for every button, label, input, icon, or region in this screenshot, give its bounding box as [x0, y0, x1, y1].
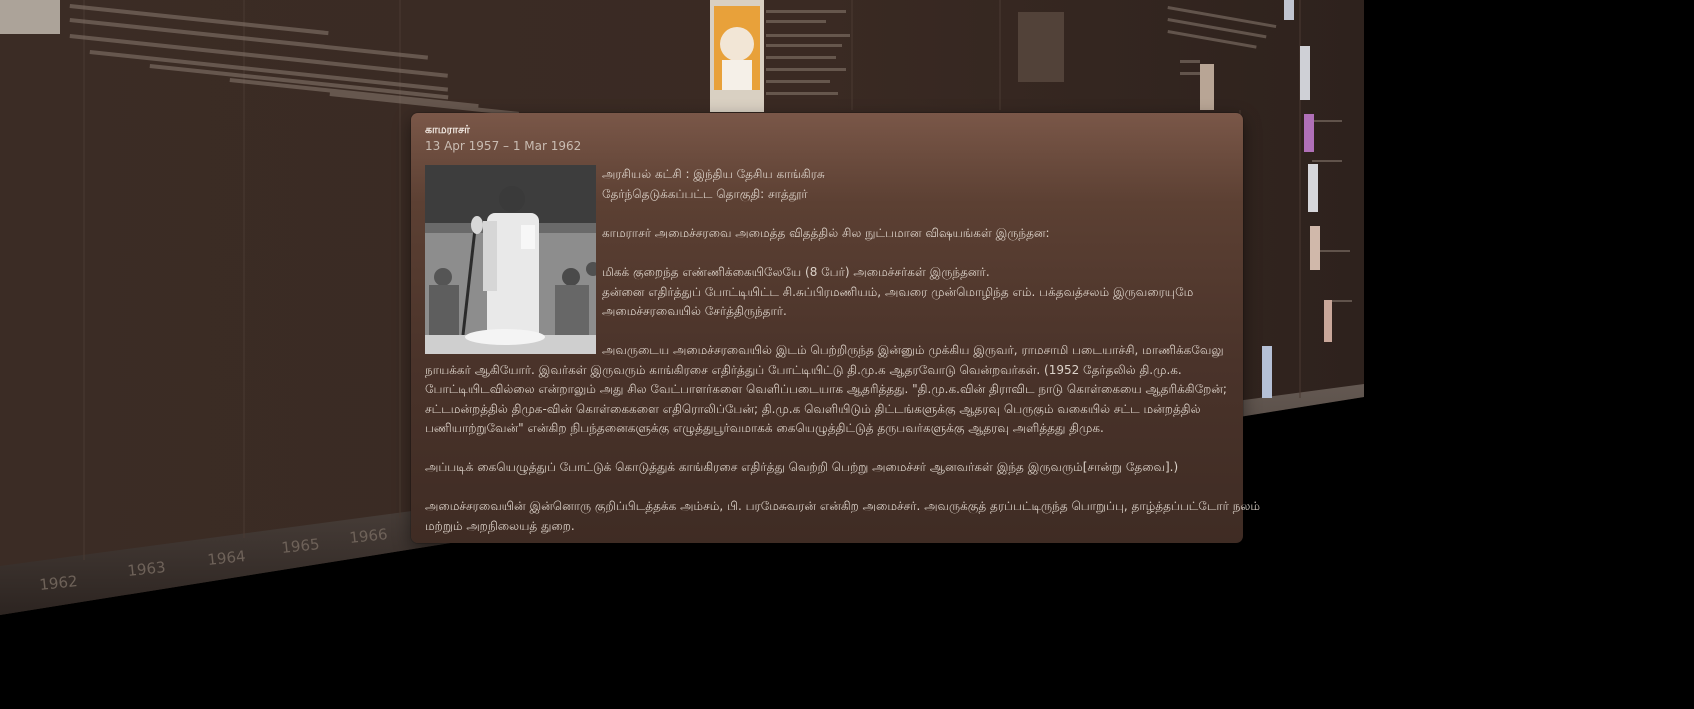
meta-block: அரசியல் கட்சி : இந்திய தேசிய காங்கிரசு த…	[602, 165, 1222, 204]
point-line: தன்னை எதிர்த்துப் போட்டியிட்ட சி.சுப்பிர…	[602, 284, 1194, 299]
paragraph-line: நாயக்கர் ஆகியோர். இவர்கள் இருவரும் காங்க…	[425, 362, 1182, 377]
constituency-line: தேர்ந்தெடுக்கப்பட்ட தொகுதி: சாத்தூர்	[602, 186, 808, 201]
paragraph-line: மற்றும் அறநிலையத் துறை.	[425, 518, 575, 533]
card-title: காமராசர்	[425, 123, 470, 136]
point-line: அமைச்சரவையில் சேர்த்திருந்தார்.	[602, 304, 787, 318]
paragraph-line: பணியாற்றுவேன்" என்கிற நிபந்தனைகளுக்கு எழ…	[425, 421, 1104, 435]
card-dates: 13 Apr 1957 – 1 Mar 1962	[425, 139, 582, 153]
paragraph-line: அமைச்சரவையின் இன்னொரு குறிப்பிடத்தக்க அம…	[425, 499, 1261, 513]
intro-line: காமராசர் அமைச்சரவை அமைத்த விதத்தில் சில …	[602, 226, 1050, 240]
detail-card[interactable]: காமராசர் 13 Apr 1957 – 1 Mar 1962 அரசியல…	[411, 113, 1261, 543]
paragraph-line: அவருடைய அமைச்சரவையில் இடம் பெற்றிருந்த இ…	[602, 343, 1224, 357]
signed-paragraph: அப்படிக் கையெழுத்துப் போட்டுக் கொடுத்துக…	[425, 460, 1179, 474]
person-photo[interactable]	[425, 165, 596, 354]
paragraph-line: போட்டியிடவில்லை என்றாலும் அது சில வேட்பா…	[425, 382, 1227, 396]
timeline-viewer: 1962 1963 1964 1965 1966 காமராசர் 13 Apr…	[0, 0, 1694, 709]
another-paragraph: அமைச்சரவையின் இன்னொரு குறிப்பிடத்தக்க அம…	[425, 497, 1261, 536]
paragraph-line: சட்டமன்றத்தில் திமுக-வின் கொள்கைகளை எதிர…	[425, 401, 1201, 416]
ministers-paragraph: அவருடைய அமைச்சரவையில் இடம் பெற்றிருந்த இ…	[425, 341, 1230, 439]
points-block: மிகக் குறைந்த எண்ணிக்கையிலேயே (8 பேர்) அ…	[602, 263, 1222, 322]
point-line: மிகக் குறைந்த எண்ணிக்கையிலேயே (8 பேர்) அ…	[602, 265, 990, 279]
party-line: அரசியல் கட்சி : இந்திய தேசிய காங்கிரசு	[602, 167, 825, 181]
